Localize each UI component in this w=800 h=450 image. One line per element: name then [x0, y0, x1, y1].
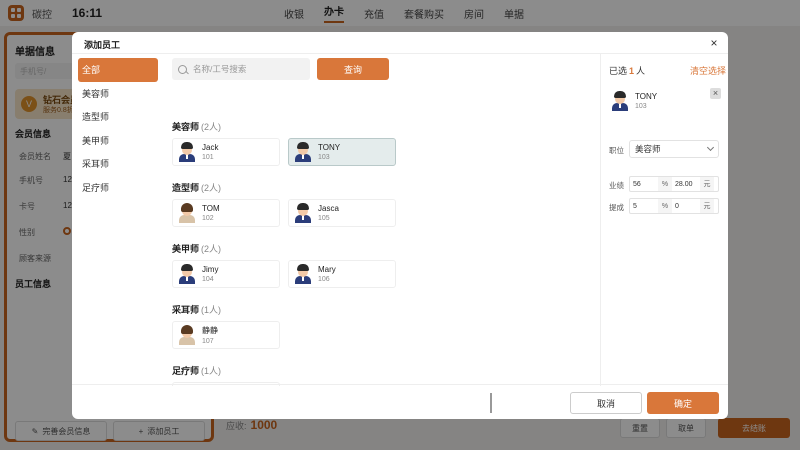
commission-amount-input[interactable]: 0 — [672, 199, 700, 213]
add-staff-dialog: 添加员工 × 全部 美容师 造型师 美甲师 采耳师 足疗师 查询 美容师(2人)… — [72, 32, 728, 419]
close-icon[interactable]: × — [708, 37, 720, 49]
staff-group: 美容师 (2人) Jack 101 TONY 103 — [172, 120, 396, 166]
performance-label: 业绩 — [609, 181, 624, 190]
avatar — [178, 203, 196, 223]
staff-name: Mary — [318, 265, 336, 274]
confirm-button[interactable]: 确定 — [647, 392, 719, 414]
selected-panel: 已选 1 人 清空选择 TONY 103 × 职位 美容师 业绩 56 % 28.00… — [600, 54, 728, 386]
remove-icon[interactable]: × — [710, 88, 721, 99]
avatar — [294, 264, 312, 284]
staff-id: 105 — [318, 215, 330, 222]
selected-staff-name: TONY — [635, 92, 658, 101]
category-stylist[interactable]: 造型师 — [78, 105, 158, 129]
staff-name: 静静 — [202, 326, 218, 335]
staff-id: 104 — [202, 276, 214, 283]
role-select[interactable]: 美容师 — [629, 140, 719, 158]
category-foot-therapist[interactable]: 足疗师 — [78, 176, 158, 200]
staff-group: 美甲师 (2人) Jimy 104 Mary 106 — [172, 242, 396, 288]
group-title: 采耳师 (1人) — [172, 303, 280, 317]
staff-group: 采耳师 (1人) 静静 107 — [172, 303, 280, 349]
commission-label: 提成 — [609, 203, 624, 212]
group-title: 足疗师 (1人) — [172, 364, 280, 378]
staff-id: 102 — [202, 215, 214, 222]
dialog-title: 添加员工 — [84, 40, 121, 50]
performance-amount-input[interactable]: 28.00 — [672, 177, 700, 191]
staff-name: Jack — [202, 143, 219, 152]
group-name: 采耳师 — [172, 305, 200, 315]
selected-number: 1 — [629, 66, 635, 76]
staff-card[interactable]: Jasca 105 — [288, 199, 396, 227]
category-all[interactable]: 全部 — [78, 58, 158, 82]
staff-card[interactable]: 静静 107 — [172, 321, 280, 349]
avatar — [178, 325, 196, 345]
staff-list-area: 查询 美容师(2人) Jack101 TONY103 造型师(2人) — [164, 54, 592, 386]
percent-unit: % — [658, 177, 672, 191]
text-cursor — [490, 393, 492, 413]
staff-name: Jimy — [202, 265, 219, 274]
clear-selection-button[interactable]: 清空选择 — [690, 64, 726, 77]
selected-staff-id: 103 — [635, 103, 647, 110]
percent-unit: % — [658, 199, 672, 213]
role-label: 职位 — [609, 146, 624, 155]
staff-id: 107 — [202, 338, 214, 345]
chevron-down-icon — [706, 143, 715, 152]
selected-staff-card: TONY 103 × — [605, 86, 725, 116]
yuan-unit: 元 — [700, 177, 714, 191]
staff-id: 101 — [202, 154, 214, 161]
category-beautician[interactable]: 美容师 — [78, 82, 158, 106]
staff-card[interactable]: Mary 106 — [288, 260, 396, 288]
group-title: 造型师 (2人) — [172, 181, 396, 195]
performance-inputs: 56 % 28.00 元 — [629, 176, 719, 192]
category-manicurist[interactable]: 美甲师 — [78, 129, 158, 153]
selected-prefix: 已选 — [609, 66, 628, 76]
yuan-unit: 元 — [700, 199, 714, 213]
staff-group: 造型师 (2人) TOM 102 Jasca 105 — [172, 181, 396, 227]
search-icon — [178, 64, 187, 74]
staff-group: 足疗师(1人) 阿珠108 — [172, 364, 280, 386]
category-list: 全部 美容师 造型师 美甲师 采耳师 足疗师 — [78, 58, 158, 199]
staff-name: TOM — [202, 204, 220, 213]
avatar — [611, 91, 629, 111]
group-count: (2人) — [201, 122, 222, 132]
group-count: (2人) — [201, 244, 222, 254]
avatar — [178, 264, 196, 284]
group-title: 美容师 (2人) — [172, 120, 396, 134]
staff-search-input[interactable] — [193, 64, 303, 74]
category-ear-cleaner[interactable]: 采耳师 — [78, 152, 158, 176]
group-name: 足疗师 — [172, 366, 200, 376]
group-title: 美甲师 (2人) — [172, 242, 396, 256]
staff-card[interactable]: TOM 102 — [172, 199, 280, 227]
selected-suffix: 人 — [636, 66, 646, 76]
staff-name: TONY — [318, 143, 341, 152]
dialog-footer: 取消 确定 — [72, 384, 728, 419]
performance-percent-input[interactable]: 56 — [630, 177, 658, 191]
avatar — [294, 142, 312, 162]
group-count: (1人) — [201, 305, 222, 315]
group-name: 造型师 — [172, 183, 200, 193]
commission-percent-input[interactable]: 5 — [630, 199, 658, 213]
role-value: 美容师 — [635, 144, 661, 154]
staff-card-selected[interactable]: TONY 103 — [288, 138, 396, 166]
avatar — [294, 203, 312, 223]
staff-id: 103 — [318, 154, 330, 161]
cancel-button[interactable]: 取消 — [570, 392, 642, 414]
staff-search-box — [172, 58, 310, 80]
staff-card[interactable]: Jack 101 — [172, 138, 280, 166]
staff-card[interactable]: Jimy 104 — [172, 260, 280, 288]
commission-inputs: 5 % 0 元 — [629, 198, 719, 214]
selected-count: 已选 1 人 — [609, 64, 645, 77]
staff-name: Jasca — [318, 204, 339, 213]
dialog-header: 添加员工 × — [72, 32, 728, 54]
group-count: (1人) — [201, 366, 222, 376]
group-count: (2人) — [201, 183, 222, 193]
staff-id: 106 — [318, 276, 330, 283]
query-button[interactable]: 查询 — [317, 58, 389, 80]
avatar — [178, 142, 196, 162]
group-name: 美甲师 — [172, 244, 200, 254]
group-name: 美容师 — [172, 122, 200, 132]
